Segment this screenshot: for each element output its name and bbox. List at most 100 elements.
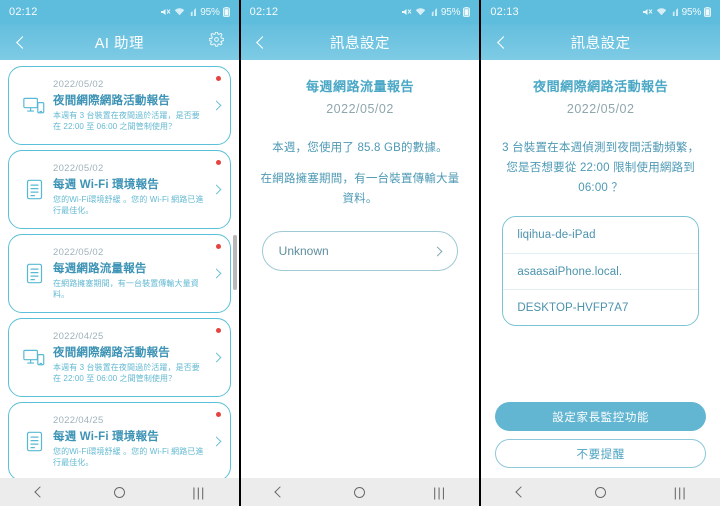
list-item-date: 2022/04/25 xyxy=(53,414,104,426)
nav-recents-icon[interactable]: ||| xyxy=(420,478,460,506)
report-date: 2022/05/02 xyxy=(566,102,635,116)
status-bar: 02:12 95% xyxy=(0,0,239,24)
battery-icon xyxy=(704,7,711,17)
report-detail: 每週網路流量報告 2022/05/02 本週，您使用了 85.8 GB的數據。 … xyxy=(241,60,480,272)
list-item-title: 每週 Wi-Fi 環境報告 xyxy=(53,430,159,443)
nav-home-icon[interactable] xyxy=(340,478,380,506)
phone-screen-weekly-traffic-report: 02:12 95% 訊息設定 每週網路流量報告 2022/05/02 本週，您使… xyxy=(240,0,480,506)
device-row-unknown[interactable]: Unknown xyxy=(261,231,459,272)
status-time: 02:12 xyxy=(9,6,38,18)
mute-icon xyxy=(642,7,653,17)
nav-home-icon[interactable] xyxy=(99,478,139,506)
page-title: AI 助理 xyxy=(94,35,144,52)
status-time: 02:12 xyxy=(249,6,279,18)
list-item-description: 在網路擁塞期間，有一台裝置傳輸大量資料。 xyxy=(53,278,199,299)
nav-back-icon[interactable] xyxy=(501,478,541,506)
chevron-right-icon xyxy=(210,268,224,279)
list-item[interactable]: 2022/05/02 夜間網際網路活動報告 本週有 3 台裝置在夜間過於活躍，是… xyxy=(8,66,231,145)
wifi-icon xyxy=(656,7,667,17)
list-item[interactable]: 2022/05/02 每週網路流量報告 在網路擁塞期間，有一台裝置傳輸大量資料。 xyxy=(8,234,231,313)
list-item-content: 2022/04/25 夜間網際網路活動報告 本週有 3 台裝置在夜間過於活躍，是… xyxy=(51,331,210,385)
page-title: 訊息設定 xyxy=(570,35,631,52)
device-name-label: Unknown xyxy=(278,244,329,259)
status-bar: 02:13 95% xyxy=(481,0,720,24)
settings-button[interactable] xyxy=(205,30,229,54)
list-item-title: 每週網路流量報告 xyxy=(53,262,147,275)
list-item-description: 您的Wi-Fi環境舒緩 。您的 Wi-Fi 網路已進行最佳化。 xyxy=(53,194,204,215)
chevron-right-icon xyxy=(210,352,224,363)
status-icons: 95% xyxy=(642,7,711,18)
back-button[interactable] xyxy=(251,30,275,54)
scrollbar-thumb[interactable] xyxy=(233,235,237,290)
status-icons: 95% xyxy=(160,7,230,18)
chevron-left-icon xyxy=(15,35,29,49)
scrollbar[interactable] xyxy=(233,60,238,478)
devices-monitor-phone-icon xyxy=(17,96,51,116)
notification-list: 2022/05/02 夜間網際網路活動報告 本週有 3 台裝置在夜間過於活躍，是… xyxy=(0,60,239,478)
list-item-description: 本週有 3 台裝置在夜間過於活躍，是否要在 22:00 至 06:00 之間管制… xyxy=(53,362,200,383)
document-report-icon xyxy=(17,263,51,284)
nav-home-icon[interactable] xyxy=(581,478,621,506)
battery-percent-label: 95% xyxy=(440,6,461,18)
battery-icon xyxy=(222,7,230,17)
list-item[interactable]: 2022/04/25 夜間網際網路活動報告 本週有 3 台裝置在夜間過於活躍，是… xyxy=(8,318,231,397)
list-item-description: 本週有 3 台裝置在夜間過於活躍，是否要在 22:00 至 06:00 之間管制… xyxy=(53,110,200,131)
report-body: 本週，您使用了 85.8 GB的數據。 在網路擁塞期間，有一台裝置傳輸大量資料。 xyxy=(257,138,464,209)
chevron-right-icon xyxy=(210,436,224,447)
nav-back-icon[interactable] xyxy=(260,478,300,506)
report-body: 3 台裝置在本週偵測到夜間活動頻繁，您是否想要從 22:00 限制使用網路到 0… xyxy=(497,138,704,198)
app-bar: 訊息設定 xyxy=(240,24,480,60)
list-item-content: 2022/05/02 夜間網際網路活動報告 本週有 3 台裝置在夜間過於活躍，是… xyxy=(51,79,210,133)
gear-icon xyxy=(208,31,225,52)
devices-monitor-phone-icon xyxy=(17,348,51,368)
app-bar: 訊息設定 xyxy=(481,24,720,60)
list-item[interactable]: asaasaiPhone.local. xyxy=(503,253,699,289)
unread-dot-badge xyxy=(215,76,221,81)
status-icons: 95% xyxy=(401,6,471,18)
nav-recents-icon[interactable]: ||| xyxy=(179,478,219,506)
list-item-title: 夜間網際網路活動報告 xyxy=(53,94,170,107)
back-button[interactable] xyxy=(10,30,34,54)
signal-icon xyxy=(429,7,438,17)
list-item[interactable]: liqihua-de-iPad xyxy=(503,217,698,253)
document-report-icon xyxy=(17,431,51,452)
nav-recents-icon[interactable]: ||| xyxy=(660,478,700,506)
list-item-date: 2022/05/02 xyxy=(53,246,104,258)
list-item[interactable]: 2022/04/25 每週 Wi-Fi 環境報告 您的Wi-Fi環境舒緩 。您的… xyxy=(8,402,231,478)
list-item-content: 2022/05/02 每週 Wi-Fi 環境報告 您的Wi-Fi環境舒緩 。您的… xyxy=(51,163,210,217)
list-item[interactable]: DESKTOP-HVFP7A7 xyxy=(503,289,699,325)
list-item-description: 您的Wi-Fi環境舒緩 。您的 Wi-Fi 網路已進行最佳化。 xyxy=(53,446,204,467)
back-button[interactable] xyxy=(491,30,515,54)
unread-dot-badge xyxy=(215,160,221,165)
report-date: 2022/05/02 xyxy=(326,102,394,116)
list-item-title: 每週 Wi-Fi 環境報告 xyxy=(53,178,159,191)
list-item-date: 2022/05/02 xyxy=(53,78,104,90)
list-item[interactable]: 2022/05/02 每週 Wi-Fi 環境報告 您的Wi-Fi環境舒緩 。您的… xyxy=(8,150,231,229)
detail-content: 夜間網際網路活動報告 2022/05/02 3 台裝置在本週偵測到夜間活動頻繁，… xyxy=(481,60,720,478)
page-title: 訊息設定 xyxy=(330,35,390,52)
android-navigation-bar: ||| xyxy=(240,478,480,506)
unread-dot-badge xyxy=(215,328,221,333)
chevron-right-icon xyxy=(210,184,224,195)
action-button-group: 設定家長監控功能 不要提醒 xyxy=(495,394,707,468)
notification-list-scroll[interactable]: 2022/05/02 夜間網際網路活動報告 本週有 3 台裝置在夜間過於活躍，是… xyxy=(0,60,239,478)
report-paragraph: 3 台裝置在本週偵測到夜間活動頻繁，您是否想要從 22:00 限制使用網路到 0… xyxy=(502,142,700,195)
chevron-left-icon xyxy=(496,35,510,49)
set-parental-control-button[interactable]: 設定家長監控功能 xyxy=(495,402,707,431)
detail-content: 每週網路流量報告 2022/05/02 本週，您使用了 85.8 GB的數據。 … xyxy=(240,60,480,478)
app-bar: AI 助理 xyxy=(0,24,239,60)
status-bar: 02:12 95% xyxy=(240,0,480,24)
list-item-content: 2022/04/25 每週 Wi-Fi 環境報告 您的Wi-Fi環境舒緩 。您的… xyxy=(51,415,210,469)
signal-icon xyxy=(670,7,679,17)
nav-back-icon[interactable] xyxy=(20,478,60,506)
list-item-title: 夜間網際網路活動報告 xyxy=(53,346,170,359)
mute-icon xyxy=(160,7,171,17)
report-paragraph: 在網路擁塞期間，有一台裝置傳輸大量資料。 xyxy=(260,173,460,206)
report-detail: 夜間網際網路活動報告 2022/05/02 3 台裝置在本週偵測到夜間活動頻繁，… xyxy=(481,60,720,327)
detected-device-list: liqihua-de-iPad asaasaiPhone.local. DESK… xyxy=(502,216,700,327)
wifi-icon xyxy=(174,7,185,17)
list-item-content: 2022/05/02 每週網路流量報告 在網路擁塞期間，有一台裝置傳輸大量資料。 xyxy=(51,247,210,301)
dont-remind-button[interactable]: 不要提醒 xyxy=(495,439,707,468)
unread-dot-badge xyxy=(215,244,221,249)
chevron-left-icon xyxy=(256,35,270,49)
